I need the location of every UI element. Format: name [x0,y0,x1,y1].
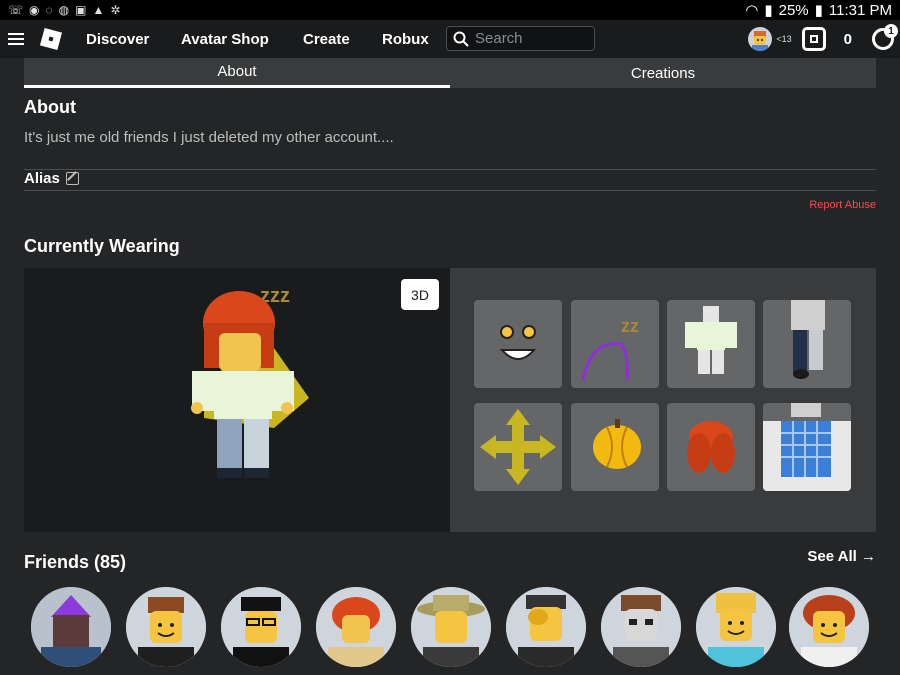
robux-count: 0 [843,30,852,48]
avatar-figure: zzz [191,285,309,478]
nav-avatar-shop[interactable]: Avatar Shop [181,31,269,48]
bug-icon: ✲ [110,3,121,17]
zzz-headband-item[interactable]: zz [571,300,659,388]
divider [24,169,876,170]
friend-avatar[interactable] [316,587,396,667]
friend-avatar[interactable] [126,587,206,667]
friend-avatar[interactable] [506,587,586,667]
yellow-arrows-item[interactable] [474,403,562,491]
signal-icon: ▮ [764,2,773,19]
battery-icon: ▮ [814,2,823,19]
search-icon [453,31,469,47]
system-status-bar: ☏ ◉ ◌ ◍ ▣ ▲ ✲ ◠ ▮ 25% ▮ 11:31 PM [0,0,900,20]
alias-label: Alias [24,170,60,187]
warning-icon: ▲ [92,3,105,17]
blue-plaid-item[interactable] [763,403,851,491]
friends-heading: Friends (85) [24,552,127,572]
divider [24,190,876,191]
user-avatar[interactable] [748,27,773,51]
circle-icon: ◌ [45,3,53,17]
report-abuse-link[interactable]: Report Abuse [809,199,876,211]
battery-percent: 25% [778,1,809,19]
friend-avatar[interactable] [601,587,681,667]
nav-discover[interactable]: Discover [86,31,149,48]
profile-tabs: About Creations [24,58,876,88]
nav-robux[interactable]: Robux [382,31,429,48]
alias-row: Alias [24,170,79,187]
friend-avatar[interactable] [411,587,491,667]
about-heading: About [24,97,76,117]
about-description: It's just me old friends I just deleted … [24,129,394,146]
currently-wearing-heading: Currently Wearing [24,236,180,256]
tab-about[interactable]: About [24,58,450,88]
message-icon: ▣ [75,3,87,17]
dark-pants-item[interactable] [763,300,851,388]
robux-icon[interactable] [801,27,826,51]
green-shirt-item[interactable] [667,300,755,388]
friend-avatar[interactable] [789,587,869,667]
notification-badge: 1 [884,24,898,38]
wearing-items-grid: zz [450,268,876,532]
svg-text:zz: zz [621,316,639,336]
friend-avatar[interactable] [31,587,111,667]
friend-avatar[interactable] [696,587,776,667]
toggle-3d-button[interactable]: 3D [401,279,439,310]
red-hair-item[interactable] [667,403,755,491]
wifi-icon: ◠ [745,2,759,19]
face-item[interactable] [474,300,562,388]
menu-icon[interactable] [8,33,24,45]
phone-missed-icon: ☏ [8,3,24,17]
top-navigation: Discover Avatar Shop Create Robux Search… [0,20,900,58]
edit-icon[interactable] [65,172,79,185]
messenger-icon: ◍ [58,3,70,17]
notification-icons: ☏ ◉ ◌ ◍ ▣ ▲ ✲ [8,3,120,17]
roblox-logo-icon[interactable] [39,27,63,51]
settings-gear-icon[interactable]: 1 [872,24,898,50]
search-placeholder: Search [475,30,523,47]
avatar-viewer[interactable]: zzz 3D [24,268,450,532]
nav-create[interactable]: Create [303,31,350,48]
friend-avatar[interactable] [221,587,301,667]
tab-creations[interactable]: Creations [450,58,876,88]
age-label: <13 [776,34,792,44]
clock: 11:31 PM [828,1,892,19]
search-input[interactable]: Search [446,26,595,51]
pumpkin-item[interactable] [571,403,659,491]
record-icon: ◉ [29,3,40,17]
see-all-friends-link[interactable]: See All → [807,548,876,565]
